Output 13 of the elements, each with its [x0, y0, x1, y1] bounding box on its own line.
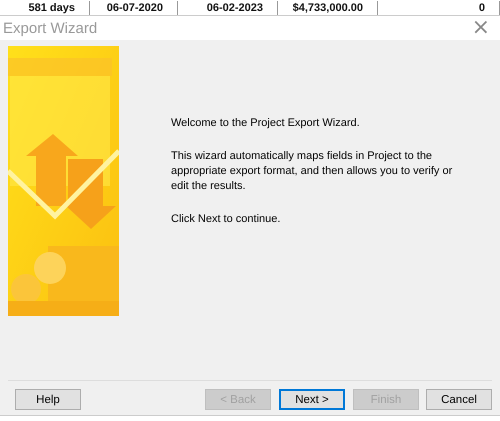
window-title: Export Wizard [3, 20, 98, 36]
spreadsheet-cell: 581 days [0, 0, 90, 14]
close-button[interactable]: × [472, 17, 490, 39]
wizard-text: Click Next to continue. [171, 212, 282, 227]
spreadsheet-cell: $4,733,000.00 [278, 0, 378, 14]
spreadsheet-cell: 06-07-2020 [90, 0, 178, 14]
wizard-button[interactable]: Help [15, 389, 81, 410]
wizard-button[interactable]: Cancel [426, 389, 492, 410]
spreadsheet-cell: 0 [378, 0, 500, 14]
wizard-text: This wizard automatically maps fields in Project to the appropriate export format, and then allows you to verify or edit the results. [171, 149, 454, 194]
spreadsheet-cell: 06-02-2023 [178, 0, 278, 14]
wizard-button[interactable]: Next > [279, 389, 345, 410]
wizard-text: Welcome to the Project Export Wizard. [171, 116, 361, 131]
